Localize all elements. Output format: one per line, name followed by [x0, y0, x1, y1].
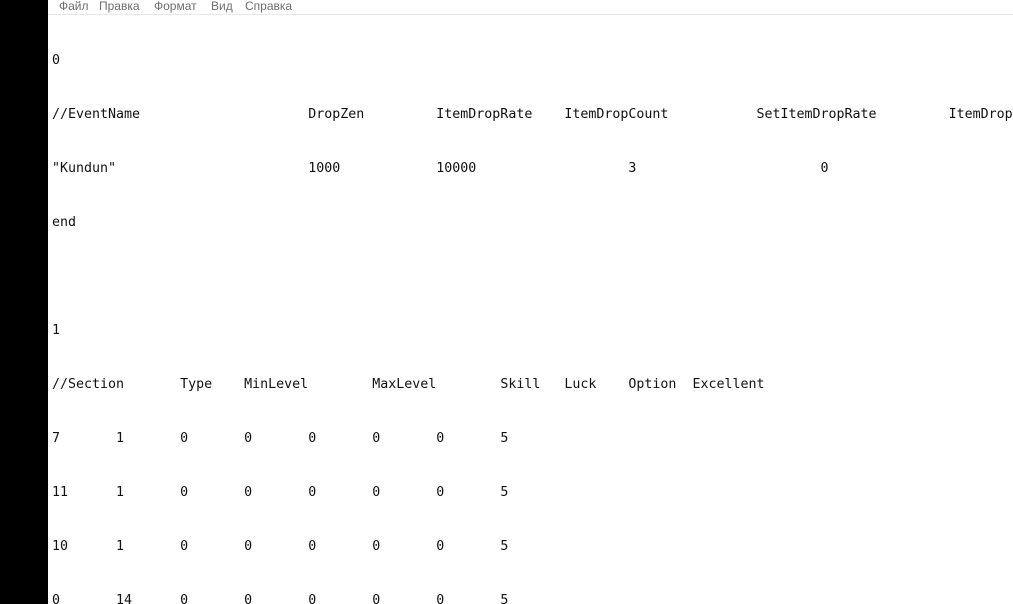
text-line: 0 — [52, 53, 61, 68]
text-line: end — [52, 215, 77, 230]
menu-item-help[interactable]: Справка — [243, 0, 294, 14]
menu-item-file[interactable]: Файл — [57, 0, 91, 14]
text-line — [52, 268, 1013, 286]
menu-item-format[interactable]: Формат — [152, 0, 199, 14]
menu-bar: Файл Правка Формат Вид Справка — [0, 0, 1013, 15]
text-line: 7 1 0 0 0 0 0 5 — [52, 431, 509, 446]
menu-item-edit[interactable]: Правка — [97, 0, 142, 14]
text-line: 11 1 0 0 0 0 0 5 — [52, 485, 509, 500]
text-line: "Kundun" 1000 10000 3 0 0 0 — [52, 161, 1013, 176]
menu-item-view[interactable]: Вид — [209, 0, 235, 14]
left-occluder-bar — [0, 0, 48, 604]
text-line: 1 — [52, 323, 61, 338]
notepad-window: Файл Правка Формат Вид Справка 0 //Event… — [0, 0, 1013, 604]
text-line: //Section Type MinLevel MaxLevel Skill L… — [52, 377, 765, 392]
text-line: 10 1 0 0 0 0 0 5 — [52, 539, 509, 554]
document-text[interactable]: 0 //EventName DropZen ItemDropRate ItemD… — [52, 16, 1013, 604]
text-line: //EventName DropZen ItemDropRate ItemDro… — [52, 107, 1013, 122]
text-editor-area[interactable]: 0 //EventName DropZen ItemDropRate ItemD… — [0, 16, 1013, 604]
text-line: 0 14 0 0 0 0 0 5 — [52, 593, 509, 604]
